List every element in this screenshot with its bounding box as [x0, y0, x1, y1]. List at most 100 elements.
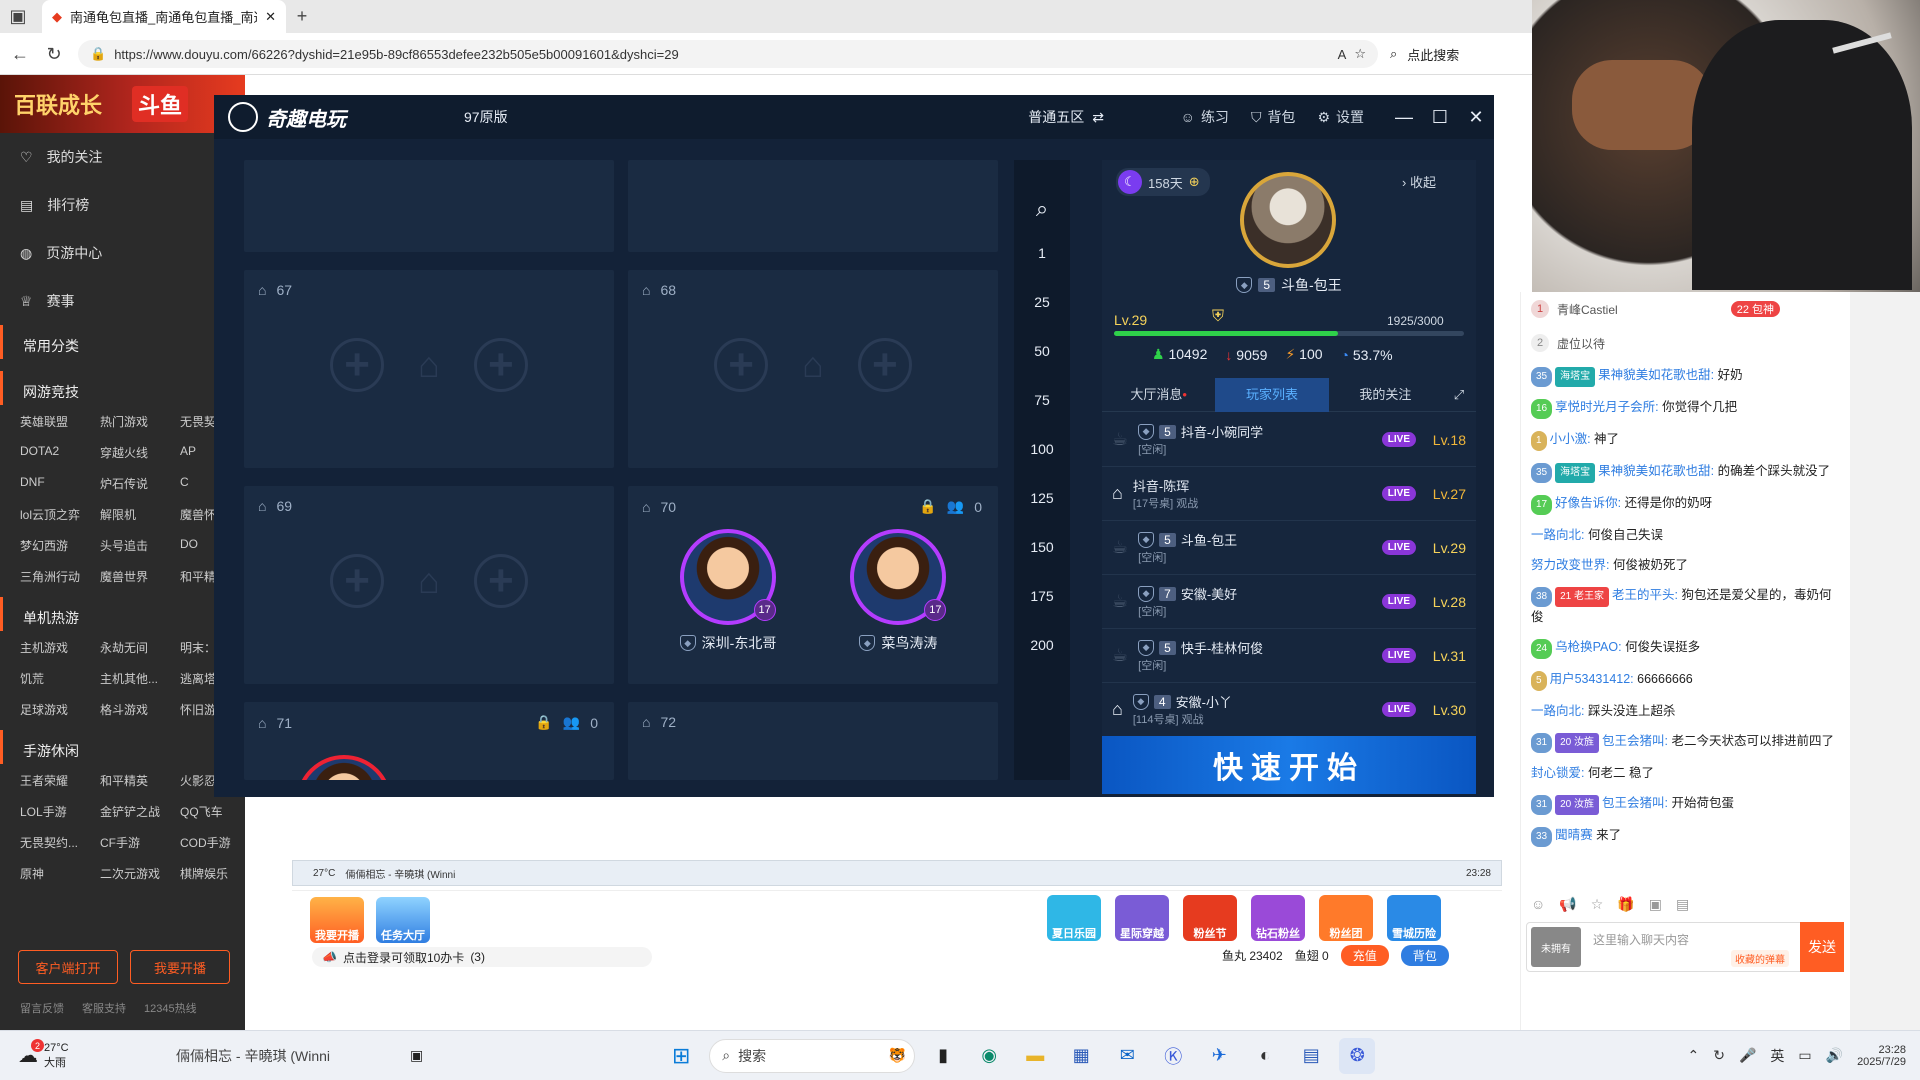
table-index-item[interactable]: 200 — [1014, 637, 1070, 653]
rank-row[interactable]: 1 青峰Castiel 22 包神 — [1521, 292, 1850, 326]
category-link[interactable]: 头号追击 — [100, 537, 180, 554]
gift-item[interactable]: 星际穿越 — [1115, 895, 1169, 941]
table-index-item[interactable]: 1 — [1014, 245, 1070, 261]
close-icon[interactable]: ✕ — [1458, 107, 1494, 128]
quick-start-button[interactable]: 快速开始 — [1102, 736, 1476, 794]
favorite-icon[interactable]: ☆ — [1354, 46, 1366, 62]
category-link[interactable]: 梦幻西游 — [20, 537, 100, 554]
chevron-up-icon[interactable]: ⌃ — [1687, 1047, 1699, 1064]
chat-username[interactable]: 一路向北: — [1531, 704, 1584, 718]
login-tip[interactable]: 📣 点击登录可领取10办卡 (3) — [312, 947, 652, 967]
category-link[interactable]: 格斗游戏 — [100, 701, 180, 718]
rank-row[interactable]: 2 虚位以待 — [1521, 326, 1850, 360]
k-app-icon[interactable]: Ⓚ — [1155, 1038, 1191, 1074]
sync-icon[interactable]: ↻ — [1713, 1047, 1725, 1064]
category-link[interactable]: 魔兽世界 — [100, 568, 180, 585]
category-link[interactable]: LOL手游 — [20, 803, 100, 820]
category-link[interactable]: 二次元游戏 — [100, 865, 180, 882]
gift-icon[interactable]: 🎁 — [1617, 896, 1634, 913]
edge-icon[interactable]: ◉ — [971, 1038, 1007, 1074]
section-title[interactable]: 单机热游 — [0, 597, 245, 631]
tab-lobby-messages[interactable]: 大厅消息• — [1102, 378, 1215, 412]
star-icon[interactable]: ☆ — [1591, 896, 1604, 913]
browser-tab[interactable]: ◆ 南通龟包直播_南通龟包直播_南通 ✕ — [42, 0, 286, 33]
chat-username[interactable]: 小小激: — [1550, 432, 1591, 446]
chat-username[interactable]: 包王会猪叫: — [1602, 796, 1668, 810]
category-link[interactable]: 永劫无间 — [100, 639, 180, 656]
store-icon[interactable]: ▦ — [1063, 1038, 1099, 1074]
tab-my-following[interactable]: 我的关注 — [1329, 378, 1442, 412]
category-link[interactable]: 炉石传说 — [100, 475, 180, 492]
chat-message[interactable]: 38 21 老王家 老王的平头: 狗包还是爱父星的，毒奶何俊 — [1521, 580, 1850, 632]
section-title[interactable]: 常用分类 — [0, 325, 245, 359]
live-badge[interactable]: LIVE — [1381, 702, 1416, 717]
game-table[interactable]: ⌂ 69 + ⌂ + — [244, 486, 614, 684]
recharge-button[interactable]: 充值 — [1340, 945, 1389, 966]
category-link[interactable]: 主机其他... — [100, 670, 180, 687]
table-index-item[interactable]: 25 — [1014, 294, 1070, 310]
section-title[interactable]: 手游休闲 — [0, 730, 245, 764]
category-link[interactable]: COD手游 — [180, 834, 260, 851]
chat-username[interactable]: 一路向北: — [1531, 528, 1584, 542]
settings-button[interactable]: ⚙ 设置 — [1317, 107, 1364, 127]
chat-message[interactable]: 努力改变世界: 何俊被奶死了 — [1521, 550, 1850, 580]
chat-message[interactable]: 17 好像告诉你: 还得是你的奶呀 — [1521, 488, 1850, 520]
chat-username[interactable]: 好像告诉你: — [1555, 496, 1621, 510]
zone-switch[interactable]: 普通五区 ⇄ — [734, 107, 1104, 127]
start-live-action[interactable]: 我要开播 — [310, 897, 364, 943]
game-table[interactable] — [244, 160, 614, 252]
join-seat-button[interactable]: + — [714, 338, 769, 392]
profile-avatar[interactable] — [1240, 172, 1336, 268]
outlook-icon[interactable]: ✉ — [1109, 1038, 1145, 1074]
table-index-scroller[interactable]: ⌕ 1 25 50 75 100 125 150 175 200 — [1014, 160, 1070, 780]
chat-username[interactable]: 封心锁爱: — [1531, 766, 1584, 780]
chat-username[interactable]: 乌枪换PAO: — [1555, 640, 1621, 654]
task-hall-action[interactable]: 任务大厅 — [376, 897, 430, 943]
category-link[interactable]: 金铲铲之战 — [100, 803, 180, 820]
client-open-button[interactable]: 客户端打开 — [18, 950, 118, 984]
category-link[interactable]: DOTA2 — [20, 444, 100, 461]
close-tab-icon[interactable]: ✕ — [265, 9, 276, 25]
chat-message[interactable]: 35 海塔宝 果神貌美如花歌也甜: 的确差个踩头就没了 — [1521, 456, 1850, 488]
obs-icon[interactable]: ◐ — [1247, 1038, 1283, 1074]
game-table[interactable] — [628, 160, 998, 252]
chat-username[interactable]: 包王会猪叫: — [1602, 734, 1668, 748]
gift-item[interactable]: 粉丝节 — [1183, 895, 1237, 941]
windows-start-icon[interactable]: ⊞ — [663, 1038, 699, 1074]
game-table[interactable]: ⌂ 70 🔒 👥 0 17 ◆ 深圳-东北哥 17 ◆ 菜鸟涛涛 — [628, 486, 998, 684]
media-control-icon[interactable]: ▣ — [410, 1047, 423, 1064]
section-title[interactable]: 网游竞技 — [0, 371, 245, 405]
chat-message[interactable]: 31 20 汝旌 包王会猪叫: 开始荷包蛋 — [1521, 788, 1850, 820]
game-table[interactable]: ⌂ 68 + ⌂ + — [628, 270, 998, 468]
sidebar-toggle-icon[interactable]: ▣ — [6, 4, 30, 28]
sidebar-item-events[interactable]: ♕ 赛事 — [0, 277, 245, 325]
chat-message[interactable]: 一路向北: 踩头没连上超杀 — [1521, 696, 1850, 726]
hotline-link[interactable]: 12345热线 — [144, 1000, 197, 1016]
backpack-button[interactable]: ⛉ 背包 — [1251, 107, 1296, 127]
join-seat-button[interactable]: + — [473, 554, 528, 608]
browser-search[interactable]: ⌕ 点此搜索 — [1390, 40, 1532, 68]
join-seat-button[interactable]: + — [330, 554, 385, 608]
live-badge[interactable]: LIVE — [1381, 648, 1416, 663]
category-link[interactable]: 棋牌娱乐 — [180, 865, 260, 882]
chat-input-box[interactable]: 未拥有 这里输入聊天内容 收藏的弹幕 — [1526, 922, 1844, 972]
seated-player[interactable]: 17 ◆ 深圳-东北哥 — [679, 529, 776, 653]
read-aloud-icon[interactable]: A — [1338, 47, 1347, 62]
join-seat-button[interactable]: + — [330, 338, 385, 392]
game-table[interactable]: ⌂ 72 — [628, 702, 998, 780]
promo-badge[interactable]: 22 包神 — [1730, 301, 1780, 317]
category-link[interactable]: 英雄联盟 — [20, 413, 100, 430]
back-icon[interactable]: ← — [8, 42, 32, 66]
chat-username[interactable]: 老王的平头: — [1612, 588, 1678, 602]
collapse-button[interactable]: › 收起 — [1402, 172, 1436, 191]
category-link[interactable]: 无畏契约... — [20, 834, 100, 851]
task-view-icon[interactable]: ▮ — [925, 1038, 961, 1074]
category-link[interactable]: 足球游戏 — [20, 701, 100, 718]
join-seat-button[interactable]: + — [473, 338, 528, 392]
player-row[interactable]: ⌂ 抖音-陈珲 [17号桌] 观战 LIVE Lv.27 — [1102, 467, 1476, 521]
gift-item[interactable]: 夏日乐园 — [1047, 895, 1101, 941]
emoji-icon[interactable]: ☺ — [1531, 896, 1545, 913]
new-tab-button[interactable]: + — [290, 4, 314, 28]
chat-message[interactable]: 封心锁爱: 何老二 稳了 — [1521, 758, 1850, 788]
start-live-button[interactable]: 我要开播 — [130, 950, 230, 984]
